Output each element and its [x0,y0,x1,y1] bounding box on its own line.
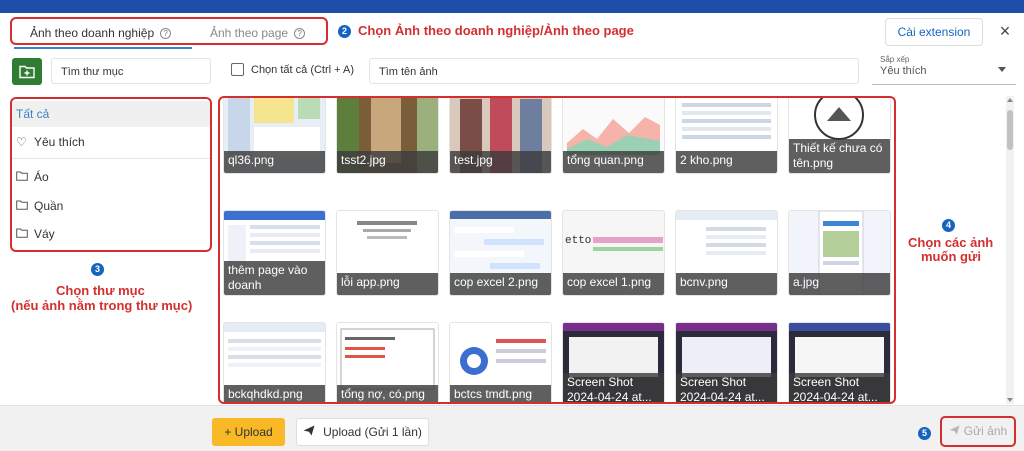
sort-select[interactable]: Sắp xếp Yêu thích [872,55,1016,85]
image-source-tabs: Ảnh theo doanh nghiệp? Ảnh theo page? [10,17,328,45]
active-tab-indicator [14,47,192,49]
send-images-label: Gửi ảnh [963,424,1008,438]
sidebar-item-vay[interactable]: Váy [12,221,210,247]
image-filename: tsst2.jpg [337,151,438,173]
sidebar-item-label: Váy [34,227,55,241]
image-filename: test.jpg [450,151,551,173]
step-4-badge: 4 [942,219,955,232]
select-all-checkbox[interactable]: Chọn tất cả (Ctrl + A) [231,63,354,76]
help-icon[interactable]: ? [160,28,172,39]
image-tile[interactable]: etto cop excel 1.png [562,210,665,296]
image-tile[interactable]: Screen Shot 2024-04-24 at... [562,322,665,402]
sidebar-item-label: Tất cả [16,107,50,121]
image-tile[interactable]: cop excel 2.png [449,210,552,296]
send-arrow-icon [949,418,960,445]
folder-icon [16,227,28,241]
image-tile[interactable]: bctcs tmdt.png [449,322,552,402]
upload-once-button[interactable]: Upload (Gửi 1 lần) [296,418,429,446]
scroll-down-icon[interactable] [1007,398,1013,402]
step-4-annotation-line1: Chọn các ảnh [908,235,994,250]
sidebar-item-ao[interactable]: Áo [12,164,210,190]
add-folder-button[interactable] [12,58,42,85]
image-tile[interactable]: tsst2.jpg [336,98,439,174]
scrollbar-thumb[interactable] [1007,110,1013,150]
grid-scrollbar[interactable] [1006,96,1014,404]
svg-text:etto: etto [565,235,591,247]
send-arrow-icon [303,419,315,445]
step-3-annotation-line1: Chọn thư mục [56,283,145,298]
sidebar-item-label: Yêu thích [34,135,85,149]
image-tile[interactable]: test.jpg [449,98,552,174]
help-icon[interactable]: ? [294,28,306,39]
image-tile[interactable]: thêm page vào doanh nghiệp.png [223,210,326,296]
image-filename: Screen Shot 2024-04-24 at... [789,373,890,402]
step-2-annotation: Chọn Ảnh theo doanh nghiệp/Ảnh theo page [358,23,634,38]
image-filename: bctcs tmdt.png [450,385,551,402]
image-grid: ql36.png tsst2.jpg test.jpg tổng quan.png 2 … [218,96,896,404]
image-filename: Screen Shot 2024-04-24 at... [676,373,777,402]
tab-business-images[interactable]: Ảnh theo doanh nghiệp? [30,26,172,40]
checkbox-icon[interactable] [231,63,244,76]
image-filename: a.jpg [789,273,890,295]
image-filename: bckqhdkd.png [224,385,325,402]
tab-business-label: Ảnh theo doanh nghiệp [30,26,155,40]
install-extension-button[interactable]: Cài extension [885,18,983,46]
image-tile[interactable]: Thiết kế chưa có tên.png [788,98,891,174]
sidebar-item-label: Áo [34,170,49,184]
image-tile[interactable]: tổng nợ, có.png [336,322,439,402]
send-images-button[interactable]: Gửi ảnh [940,416,1016,447]
image-tile[interactable]: bcnv.png [675,210,778,296]
heart-icon: ♡ [16,135,27,149]
folder-search-input[interactable]: Tìm thư mục [51,58,211,84]
image-tile[interactable]: Screen Shot 2024-04-24 at... [788,322,891,402]
step-3-badge: 3 [91,263,104,276]
tab-page-label: Ảnh theo page [210,26,289,40]
sort-label: Sắp xếp [880,55,910,64]
image-filename: 2 kho.png [676,151,777,173]
add-folder-icon [19,65,35,79]
image-filename: cop excel 1.png [563,273,664,295]
close-icon[interactable]: × [996,22,1014,40]
step-2-badge: 2 [338,25,351,38]
folder-icon [16,170,28,184]
image-filename: cop excel 2.png [450,273,551,295]
sidebar-item-quan[interactable]: Quần [12,193,210,219]
sidebar-divider [12,158,210,159]
image-tile[interactable]: bckqhdkd.png [223,322,326,402]
tab-page-images[interactable]: Ảnh theo page? [210,26,306,40]
sort-value: Yêu thích [880,65,927,77]
step-5-badge: 5 [918,427,931,440]
select-all-label: Chọn tất cả (Ctrl + A) [251,64,355,76]
image-tile[interactable]: lỗi app.png [336,210,439,296]
image-tile[interactable]: Screen Shot 2024-04-24 at... [675,322,778,402]
image-filename: thêm page vào doanh nghiệp.png [224,261,325,295]
step-4-annotation-line2: muốn gửi [921,249,981,264]
scroll-up-icon[interactable] [1007,98,1013,102]
image-tile[interactable]: tổng quan.png [562,98,665,174]
image-filename: Screen Shot 2024-04-24 at... [563,373,664,402]
image-tile[interactable]: 2 kho.png [675,98,778,174]
folder-icon [16,199,28,213]
image-filename: lỗi app.png [337,273,438,295]
upload-once-label: Upload (Gửi 1 lần) [323,425,422,439]
footer-bar [0,405,1024,451]
sidebar-item-favorites[interactable]: ♡ Yêu thích [12,129,210,155]
image-tile[interactable]: a.jpg [788,210,891,296]
folder-sidebar: Tất cả ♡ Yêu thích Áo Quần Váy [10,97,212,252]
upload-button[interactable]: + Upload [212,418,285,446]
image-filename: Thiết kế chưa có tên.png [789,139,890,173]
step-3-annotation-line2: (nếu ảnh nằm trong thư mục) [11,298,193,313]
top-bar [0,0,1024,13]
sidebar-item-label: Quần [34,199,64,213]
image-name-search-input[interactable]: Tìm tên ảnh [369,58,859,84]
sidebar-item-all[interactable]: Tất cả [12,101,210,127]
caret-down-icon [998,67,1006,72]
image-tile[interactable]: ql36.png [223,98,326,174]
image-filename: tổng quan.png [563,151,664,173]
image-filename: ql36.png [224,151,325,173]
image-filename: tổng nợ, có.png [337,385,438,402]
image-filename: bcnv.png [676,273,777,295]
